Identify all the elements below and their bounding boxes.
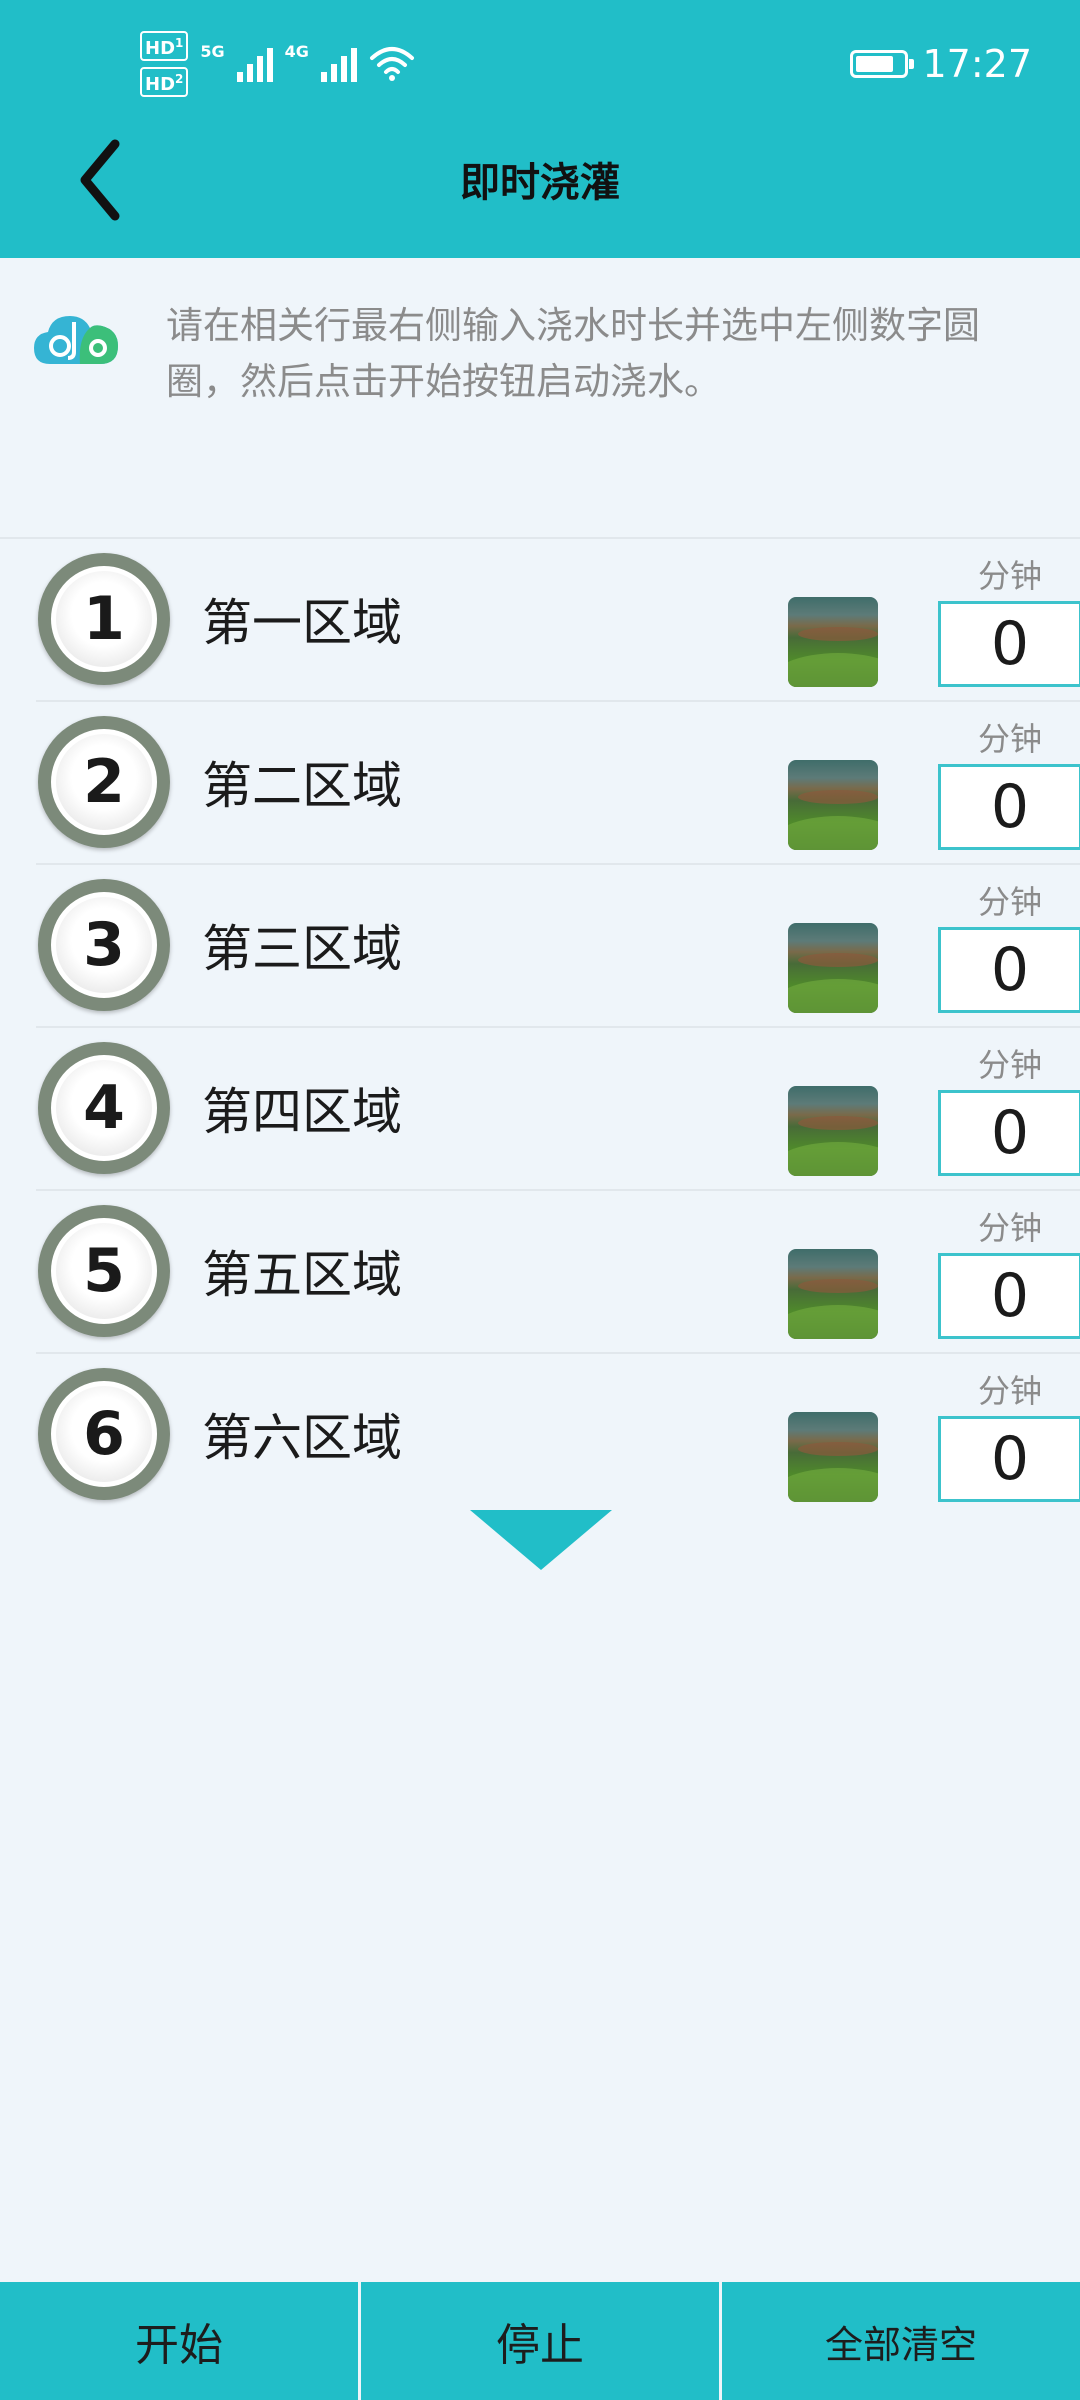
zone-image[interactable] [788,1086,878,1176]
zone-row: 3 第三区域 分钟 [36,865,1080,1028]
cloud-logo-icon [34,316,118,364]
hd-badge-1: HD1 [140,31,189,61]
zone-minutes-input[interactable] [938,1090,1080,1176]
zone-select-circle[interactable]: 6 [38,1368,170,1500]
clear-all-button[interactable]: 全部清空 [722,2282,1080,2400]
wifi-icon [369,47,414,81]
zone-name: 第二区域 [202,757,402,815]
status-right: 17:27 [850,36,1032,92]
status-left: HD1 HD2 5G 4G [140,31,415,97]
zone-select-circle[interactable]: 1 [38,553,170,685]
zone-row: 4 第四区域 分钟 [36,1028,1080,1191]
zone-minutes-input[interactable] [938,927,1080,1013]
zone-name: 第三区域 [202,920,402,978]
zone-minutes-input[interactable] [938,601,1080,687]
zone-unit-label: 分钟 [977,557,1042,595]
zone-unit-label: 分钟 [977,1209,1042,1247]
zone-unit-label: 分钟 [977,720,1042,758]
zone-minutes-input[interactable] [938,764,1080,850]
instruction-text: 请在相关行最右侧输入浇水时长并选中左侧数字圆圈，然后点击开始按钮启动浇水。 [166,304,980,403]
hd-indicators: HD1 HD2 [140,31,189,97]
stop-button[interactable]: 停止 [361,2282,722,2400]
zone-number: 5 [51,1218,157,1324]
zone-select-circle[interactable]: 4 [38,1042,170,1174]
zone-unit-label: 分钟 [977,1372,1042,1410]
zone-image[interactable] [788,597,878,687]
zone-select-circle[interactable]: 5 [38,1205,170,1337]
instruction-panel: 请在相关行最右侧输入浇水时长并选中左侧数字圆圈，然后点击开始按钮启动浇水。 [0,258,1080,538]
page-title: 即时浇灌 [460,160,620,206]
zone-number: 4 [51,1055,157,1161]
zone-row: 1 第一区域 分钟 [36,539,1080,702]
zone-minutes-input[interactable] [938,1253,1080,1339]
status-bar: HD1 HD2 5G 4G 17:27 [0,0,1080,130]
zone-image[interactable] [788,1249,878,1339]
zone-select-circle[interactable]: 2 [38,716,170,848]
zone-name: 第四区域 [202,1083,402,1141]
zone-number: 2 [51,729,157,835]
zone-number: 3 [51,892,157,998]
zone-name: 第五区域 [202,1246,402,1304]
network-label-4g: 4G [284,42,309,61]
zone-row: 5 第五区域 分钟 [36,1191,1080,1354]
zone-row: 6 第六区域 分钟 [36,1354,1080,1517]
header: HD1 HD2 5G 4G 17:27 即时浇灌 [0,0,1080,258]
zone-image[interactable] [788,1412,878,1502]
network-label-5g: 5G [200,42,225,61]
zone-name: 第六区域 [202,1409,402,1467]
zone-list: 1 第一区域 分钟 2 第二区域 分钟 3 第三区域 分钟 [0,537,1080,1517]
zone-number: 1 [51,566,157,672]
zone-row: 2 第二区域 分钟 [36,702,1080,865]
hd-badge-2: HD2 [140,67,189,97]
zone-image[interactable] [788,760,878,850]
status-time: 17:27 [922,42,1032,86]
bottom-action-bar: 开始 停止 全部清空 [0,2282,1080,2400]
zone-unit-label: 分钟 [977,1046,1042,1084]
triangle-down-icon[interactable] [470,1510,612,1570]
zone-image[interactable] [788,923,878,1013]
battery-icon [850,50,915,78]
zone-name: 第一区域 [202,594,402,652]
zone-minutes-input[interactable] [938,1416,1080,1502]
zone-unit-label: 分钟 [977,883,1042,921]
battery-level [856,56,894,72]
start-button[interactable]: 开始 [0,2282,361,2400]
zone-number: 6 [51,1381,157,1487]
app-root: HD1 HD2 5G 4G 17:27 即时浇灌 请在相关行最右侧输入浇水时长并… [0,0,1080,2400]
zone-select-circle[interactable]: 3 [38,879,170,1011]
signal-icon [320,46,357,82]
signal-icon [236,46,273,82]
